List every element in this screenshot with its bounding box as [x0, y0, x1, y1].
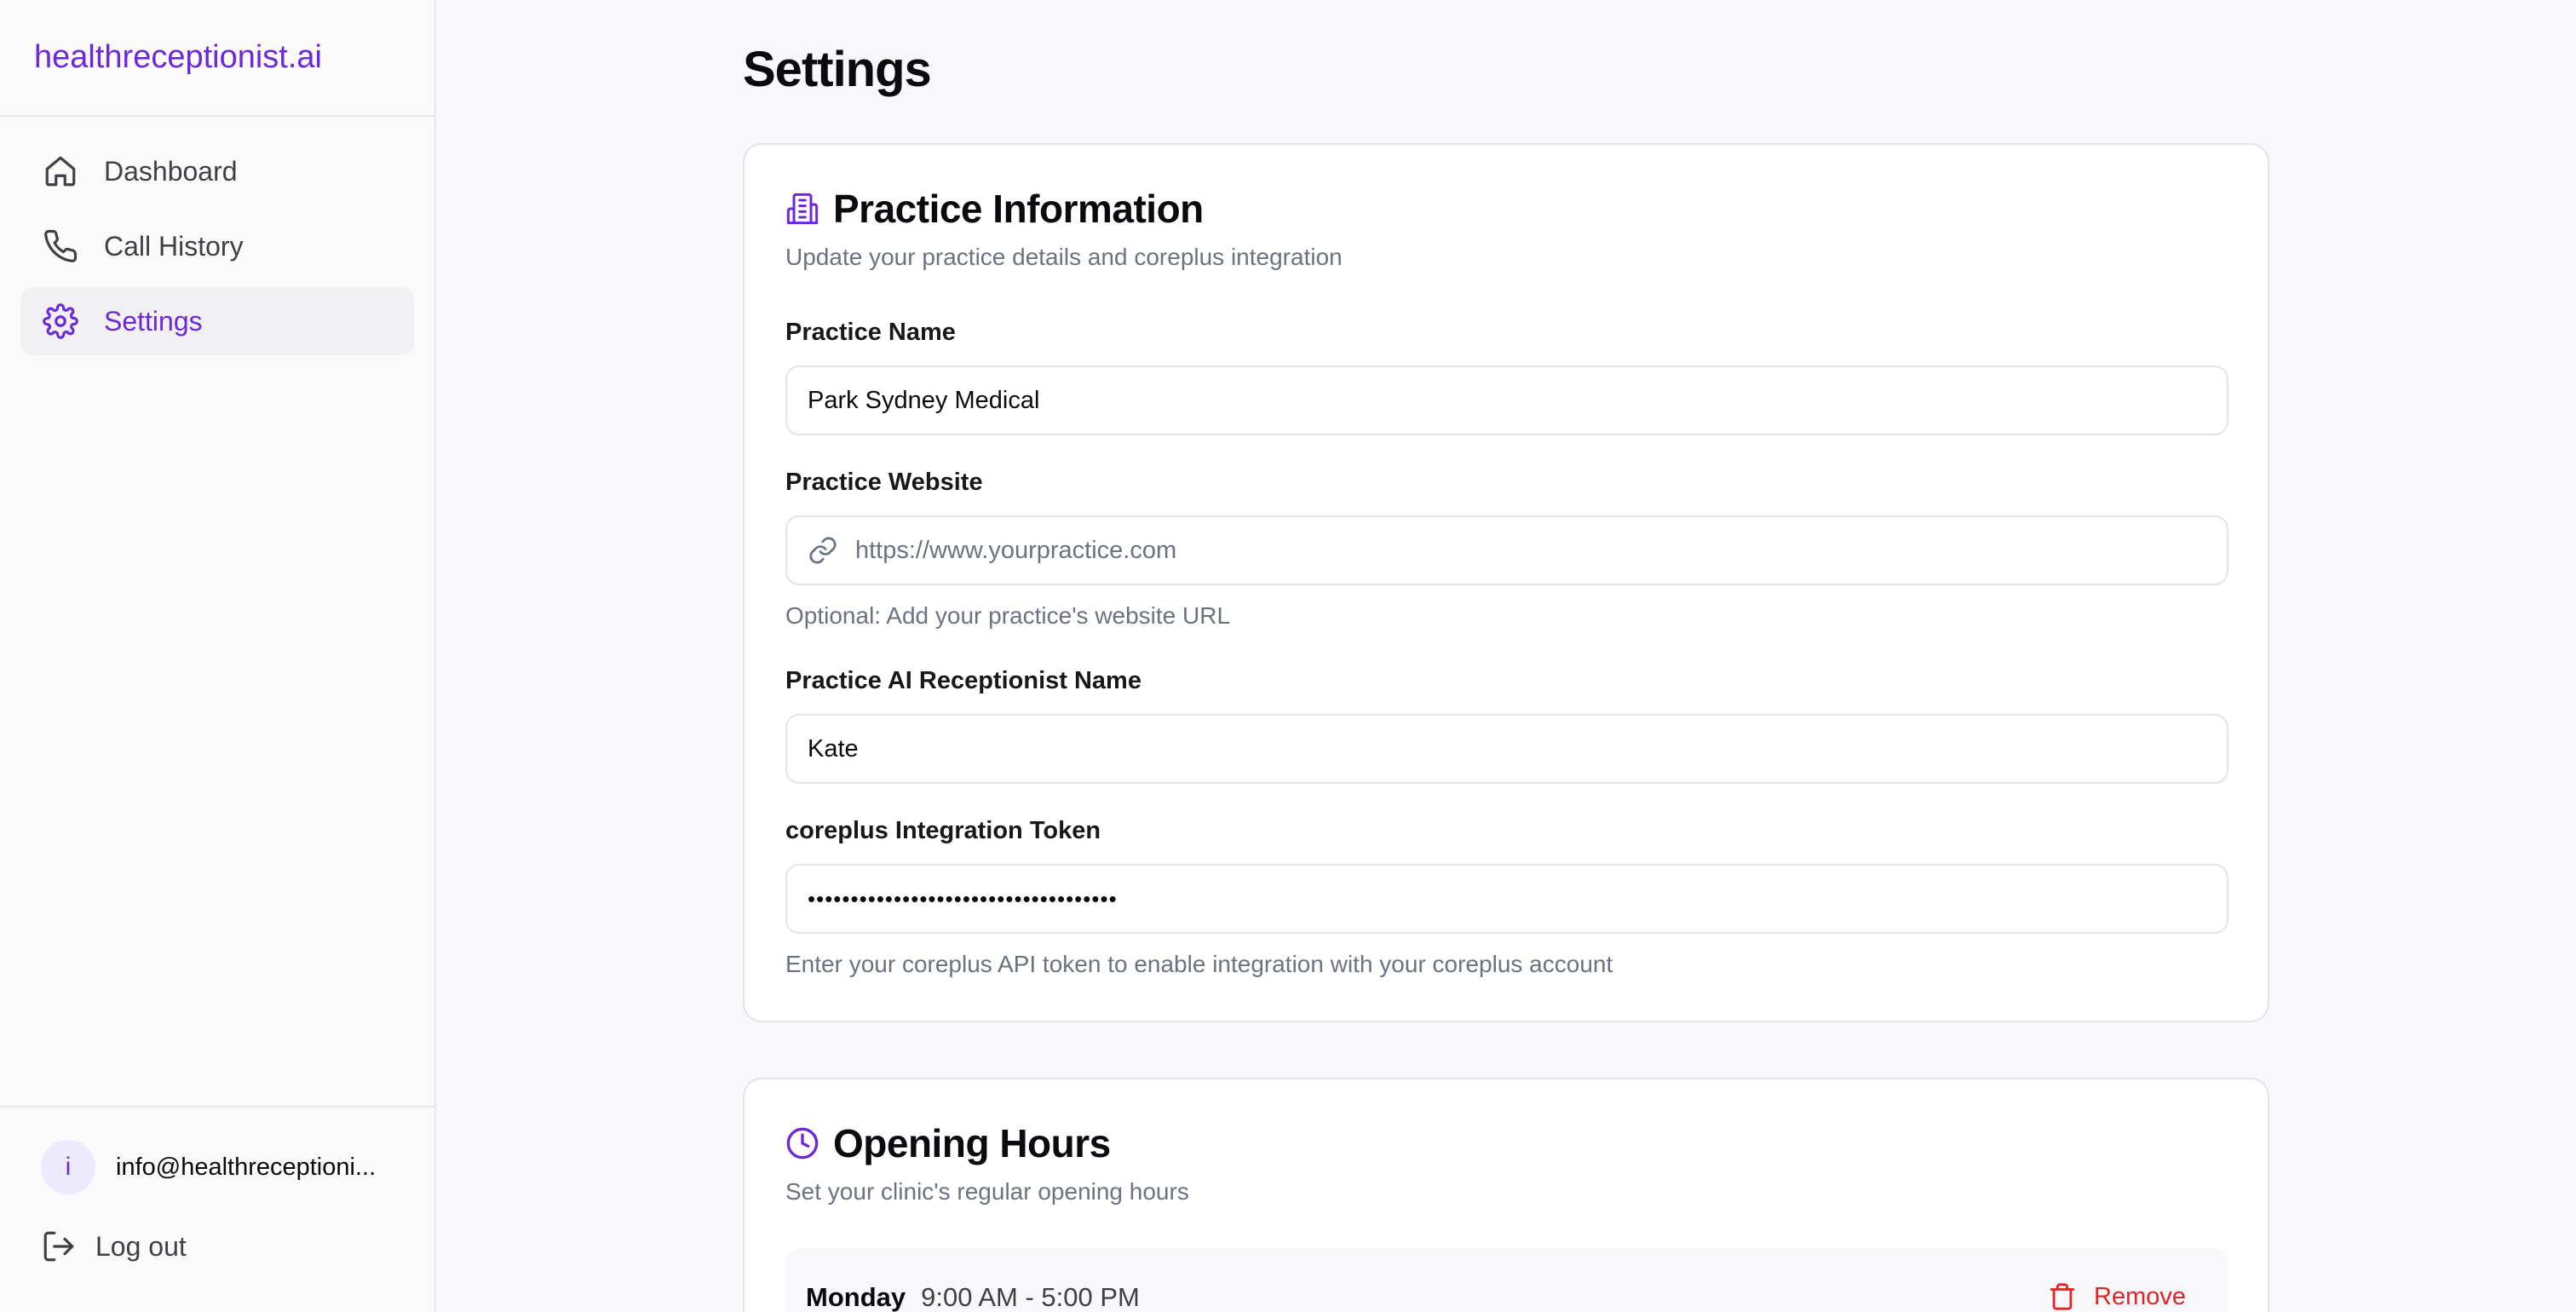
field-label: Practice Name	[785, 319, 956, 346]
building-icon	[785, 192, 819, 226]
hours-day: Monday	[806, 1282, 906, 1312]
ai-receptionist-name-input[interactable]: Kate	[785, 714, 2228, 784]
practice-name-field: Practice Name Park Sydney Medical	[785, 319, 2228, 435]
logout-icon	[41, 1229, 77, 1264]
integration-token-input[interactable]: ••••••••••••••••••••••••••••••••••••	[785, 864, 2228, 934]
input-value: ••••••••••••••••••••••••••••••••••••	[808, 885, 1118, 912]
remove-label: Remove	[2094, 1282, 2186, 1310]
sidebar-item-call-history[interactable]: Call History	[20, 212, 414, 280]
field-label: Practice AI Receptionist Name	[785, 667, 1141, 694]
hours-time[interactable]: 9:00 AM - 5:00 PM	[921, 1282, 1140, 1312]
field-hint: Enter your coreplus API token to enable …	[785, 951, 1613, 977]
sidebar-item-label: Call History	[104, 230, 244, 262]
hours-row: Monday 9:00 AM - 5:00 PM Remove	[785, 1248, 2228, 1312]
clock-icon	[785, 1126, 819, 1160]
field-label: coreplus Integration Token	[785, 817, 1101, 844]
ai-receptionist-name-field: Practice AI Receptionist Name Kate	[785, 667, 2228, 784]
main-content: Settings Practice Information Update you…	[436, 0, 2576, 1312]
home-icon	[43, 153, 78, 189]
practice-information-card: Practice Information Update your practic…	[743, 143, 2269, 1022]
user-account[interactable]: i info@healthreceptioni...	[0, 1108, 434, 1194]
practice-website-field: Practice Website https://www.yourpractic…	[785, 469, 2228, 630]
field-label: Practice Website	[785, 469, 983, 496]
page-title: Settings	[743, 42, 932, 97]
sidebar-item-label: Settings	[104, 305, 203, 337]
opening-hours-card: Opening Hours Set your clinic's regular …	[743, 1078, 2269, 1312]
app: healthreceptionist.ai Dashboard Call His…	[0, 0, 2576, 1312]
user-email: info@healthreceptioni...	[116, 1153, 377, 1181]
link-icon	[808, 535, 838, 566]
card-description: Set your clinic's regular opening hours	[785, 1178, 1189, 1205]
practice-name-input[interactable]: Park Sydney Medical	[785, 365, 2228, 435]
sidebar-nav: Dashboard Call History Settings	[0, 117, 434, 355]
input-value: Kate	[808, 734, 859, 762]
sidebar-footer: i info@healthreceptioni... Log out	[0, 1106, 434, 1312]
card-header: Opening Hours	[745, 1079, 2268, 1166]
sidebar: healthreceptionist.ai Dashboard Call His…	[0, 0, 436, 1312]
remove-hours-button[interactable]: Remove	[2048, 1282, 2186, 1311]
phone-icon	[43, 228, 78, 264]
field-hint: Optional: Add your practice's website UR…	[785, 602, 1231, 629]
input-placeholder: https://www.yourpractice.com	[855, 536, 1177, 564]
card-title: Practice Information	[833, 187, 1204, 231]
avatar: i	[41, 1140, 95, 1194]
trash-icon	[2048, 1282, 2077, 1311]
brand-logo[interactable]: healthreceptionist.ai	[0, 0, 434, 117]
sidebar-item-dashboard[interactable]: Dashboard	[20, 137, 414, 205]
card-header: Practice Information	[745, 145, 2268, 232]
integration-token-field: coreplus Integration Token •••••••••••••…	[785, 817, 2228, 978]
card-description: Update your practice details and coreplu…	[785, 244, 1343, 270]
logout-button[interactable]: Log out	[41, 1229, 434, 1264]
sidebar-item-settings[interactable]: Settings	[20, 287, 414, 355]
input-value: Park Sydney Medical	[808, 386, 1040, 414]
sidebar-item-label: Dashboard	[104, 155, 238, 187]
card-title: Opening Hours	[833, 1121, 1111, 1165]
practice-website-input[interactable]: https://www.yourpractice.com	[785, 515, 2228, 585]
gear-icon	[43, 303, 78, 339]
logout-label: Log out	[95, 1230, 187, 1262]
